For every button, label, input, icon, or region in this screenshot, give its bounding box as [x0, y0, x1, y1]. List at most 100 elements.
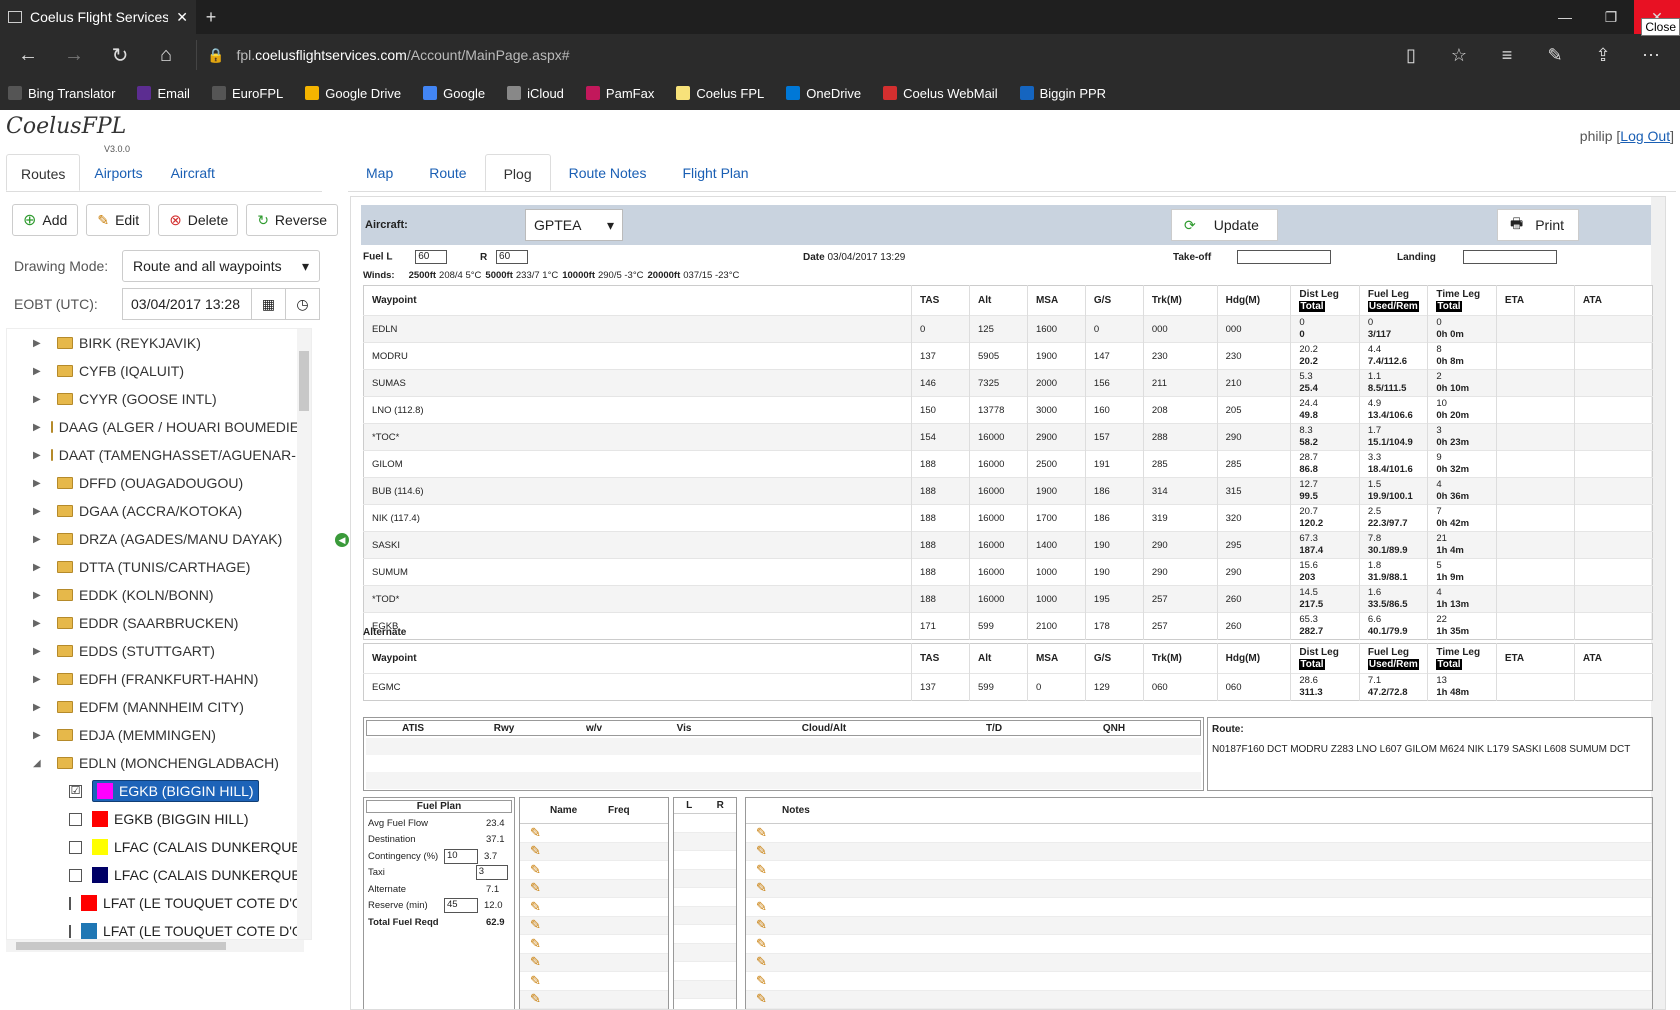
print-button[interactable]: 🖶 Print: [1497, 209, 1579, 241]
eta-cell[interactable]: [1495, 531, 1575, 559]
pencil-icon[interactable]: ✎: [756, 899, 767, 915]
expand-icon[interactable]: ▶: [33, 506, 47, 517]
favorite-item[interactable]: iCloud: [507, 86, 564, 101]
tab-routes[interactable]: Routes: [6, 154, 81, 191]
tab-route-notes[interactable]: Route Notes: [551, 154, 665, 191]
expand-icon[interactable]: ▶: [33, 646, 47, 657]
eta-cell[interactable]: [1495, 396, 1575, 424]
expand-icon[interactable]: ▶: [33, 394, 47, 405]
ata-cell[interactable]: [1573, 531, 1653, 559]
refresh-icon[interactable]: ↻: [100, 43, 140, 68]
ata-cell[interactable]: [1573, 504, 1653, 532]
tree-folder[interactable]: ▶ BIRK (REYKJAVIK): [7, 329, 311, 357]
minimize-button[interactable]: —: [1542, 0, 1588, 34]
web-note-icon[interactable]: ✎: [1534, 45, 1576, 66]
eta-cell[interactable]: [1495, 558, 1575, 586]
favorite-item[interactable]: OneDrive: [786, 86, 861, 101]
route-item[interactable]: EGKB (BIGGIN HILL): [7, 805, 311, 833]
expand-icon[interactable]: ▶: [33, 674, 47, 685]
ata-cell[interactable]: [1573, 450, 1653, 478]
tree-folder[interactable]: ▶ EDFH (FRANKFURT-HAHN): [7, 665, 311, 693]
home-icon[interactable]: ⌂: [146, 44, 186, 67]
expand-icon[interactable]: ▶: [33, 590, 47, 601]
tab-map[interactable]: Map: [348, 154, 411, 191]
tree-folder[interactable]: ▶ DGAA (ACCRA/KOTOKA): [7, 497, 311, 525]
expand-icon[interactable]: ▶: [33, 450, 41, 461]
calendar-icon[interactable]: ▦: [251, 289, 285, 319]
ata-cell[interactable]: [1573, 315, 1653, 343]
pencil-icon[interactable]: ✎: [756, 862, 767, 878]
reading-view-icon[interactable]: ▯: [1390, 45, 1432, 66]
expand-icon[interactable]: ▶: [33, 534, 47, 545]
route-checkbox[interactable]: [69, 896, 71, 910]
clock-icon[interactable]: ◷: [285, 289, 319, 319]
fuel-plan-input[interactable]: 3: [475, 865, 508, 881]
back-icon[interactable]: ←: [8, 44, 48, 67]
drawing-mode-select[interactable]: Route and all waypoints ▾: [122, 250, 320, 282]
favorite-item[interactable]: Google Drive: [305, 86, 401, 101]
pencil-icon[interactable]: ✎: [756, 880, 767, 896]
tree-folder[interactable]: ◢ EDLN (MONCHENGLADBACH): [7, 749, 311, 777]
fuel-right-input[interactable]: 60: [496, 250, 529, 264]
tree-scrollbar[interactable]: [297, 329, 311, 939]
eta-cell[interactable]: [1495, 369, 1575, 397]
route-item[interactable]: LFAC (CALAIS DUNKERQUE): [7, 833, 311, 861]
pencil-icon[interactable]: ✎: [530, 991, 541, 1007]
ata-cell[interactable]: [1573, 342, 1653, 370]
pencil-icon[interactable]: ✎: [756, 917, 767, 933]
expand-icon[interactable]: ▶: [33, 702, 47, 713]
tree-folder[interactable]: ▶ EDDS (STUTTGART): [7, 637, 311, 665]
eta-cell[interactable]: [1495, 477, 1575, 505]
eobt-input[interactable]: 03/04/2017 13:28 ▦ ◷: [122, 288, 320, 320]
tab-airports[interactable]: Airports: [80, 154, 156, 191]
delete-button[interactable]: ⊗ Delete: [158, 204, 239, 236]
tab-flight-plan[interactable]: Flight Plan: [664, 154, 766, 191]
collapse-panel-icon[interactable]: ◀: [335, 533, 349, 547]
expand-icon[interactable]: ▶: [33, 338, 47, 349]
eta-cell[interactable]: [1495, 342, 1575, 370]
edit-button[interactable]: ✎ Edit: [86, 204, 151, 236]
tree-hscrollbar[interactable]: [6, 940, 304, 952]
tree-folder[interactable]: ▶ CYFB (IQALUIT): [7, 357, 311, 385]
pencil-icon[interactable]: ✎: [756, 843, 767, 859]
hub-icon[interactable]: ≡: [1486, 45, 1528, 66]
tree-folder[interactable]: ▶ CYYR (GOOSE INTL): [7, 385, 311, 413]
route-item[interactable]: ☑ EGKB (BIGGIN HILL): [7, 777, 311, 805]
collapse-icon[interactable]: ◢: [33, 758, 47, 769]
favorite-item[interactable]: Google: [423, 86, 485, 101]
ata-cell[interactable]: [1573, 423, 1653, 451]
add-button[interactable]: ⊕ Add: [12, 204, 79, 236]
tree-folder[interactable]: ▶ EDDR (SAARBRUCKEN): [7, 609, 311, 637]
tree-folder[interactable]: ▶ EDFM (MANNHEIM CITY): [7, 693, 311, 721]
address-bar[interactable]: 🔒 fpl.coelusflightservices.com/Account/M…: [196, 40, 1384, 70]
pencil-icon[interactable]: ✎: [530, 954, 541, 970]
tree-folder[interactable]: ▶ DTTA (TUNIS/CARTHAGE): [7, 553, 311, 581]
eta-cell[interactable]: [1495, 450, 1575, 478]
favorite-item[interactable]: EuroFPL: [211, 86, 283, 101]
expand-icon[interactable]: ▶: [33, 730, 47, 741]
logout-link[interactable]: Log Out: [1620, 128, 1670, 144]
expand-icon[interactable]: ▶: [33, 422, 41, 433]
pencil-icon[interactable]: ✎: [756, 825, 767, 841]
favorite-item[interactable]: Bing Translator: [8, 86, 115, 101]
tree-folder[interactable]: ▶ EDJA (MEMMINGEN): [7, 721, 311, 749]
ata-cell[interactable]: [1573, 673, 1653, 701]
landing-input[interactable]: [1463, 250, 1557, 264]
fuel-left-input[interactable]: 60: [415, 250, 448, 264]
tree-folder[interactable]: ▶ DRZA (AGADES/MANU DAYAK): [7, 525, 311, 553]
update-button[interactable]: ⟳ Update: [1171, 209, 1278, 241]
route-item[interactable]: LFAC (CALAIS DUNKERQUE): [7, 861, 311, 889]
pencil-icon[interactable]: ✎: [530, 843, 541, 859]
forward-icon[interactable]: →: [54, 44, 94, 67]
tree-folder[interactable]: ▶ DFFD (OUAGADOUGOU): [7, 469, 311, 497]
favorite-item[interactable]: PamFax: [585, 86, 654, 101]
favorite-item[interactable]: Email: [137, 86, 190, 101]
favorite-item[interactable]: Biggin PPR: [1019, 86, 1106, 101]
more-icon[interactable]: ⋯: [1630, 45, 1672, 66]
panel-scrollbar[interactable]: [1651, 197, 1665, 1009]
takeoff-input[interactable]: [1237, 250, 1331, 264]
aircraft-select[interactable]: GPTEA ▾: [525, 209, 623, 241]
eta-cell[interactable]: [1495, 585, 1575, 613]
fuel-plan-input[interactable]: 10: [444, 848, 478, 864]
tab-plog[interactable]: Plog: [484, 154, 551, 191]
